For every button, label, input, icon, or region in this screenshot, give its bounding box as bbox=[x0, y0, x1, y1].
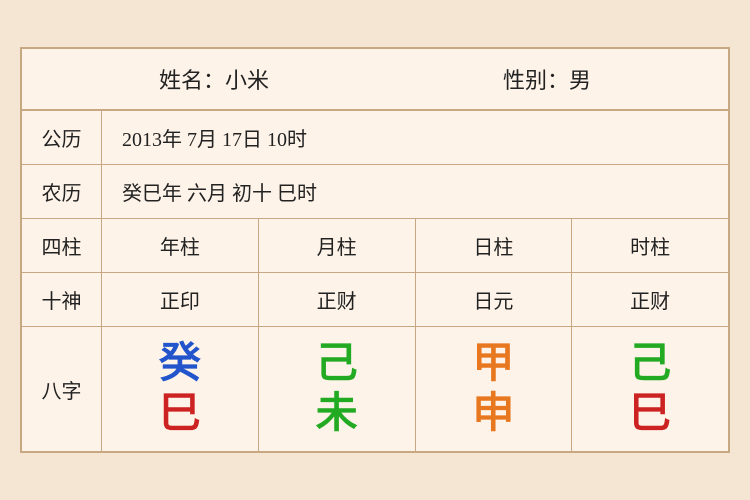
shishen-label: 十神 bbox=[22, 273, 102, 326]
year-shishen: 正印 bbox=[102, 273, 259, 326]
year-pillar-label: 年柱 bbox=[102, 219, 259, 272]
bazi-month-cell: 己 未 bbox=[259, 327, 416, 451]
gregorian-value: 2013年 7月 17日 10时 bbox=[102, 111, 728, 164]
gregorian-label: 公历 bbox=[22, 111, 102, 164]
pillars-label: 四柱 bbox=[22, 219, 102, 272]
bazi-day-cell: 甲 申 bbox=[416, 327, 573, 451]
lunar-value: 癸巳年 六月 初十 巳时 bbox=[102, 165, 728, 218]
bazi-label: 八字 bbox=[22, 327, 102, 451]
bazi-month-bottom: 未 bbox=[316, 393, 358, 435]
day-pillar-label: 日柱 bbox=[416, 219, 573, 272]
bazi-year-top: 癸 bbox=[159, 343, 201, 385]
gender-label: 性别：男 bbox=[503, 63, 591, 95]
bazi-row: 八字 癸 巳 己 未 甲 申 己 巳 bbox=[22, 327, 728, 451]
gregorian-row: 公历 2013年 7月 17日 10时 bbox=[22, 111, 728, 165]
shishen-row: 十神 正印 正财 日元 正财 bbox=[22, 273, 728, 327]
bazi-year-cell: 癸 巳 bbox=[102, 327, 259, 451]
month-shishen: 正财 bbox=[259, 273, 416, 326]
bazi-day-top: 甲 bbox=[472, 343, 514, 385]
bazi-hour-cell: 己 巳 bbox=[572, 327, 728, 451]
lunar-label: 农历 bbox=[22, 165, 102, 218]
lunar-row: 农历 癸巳年 六月 初十 巳时 bbox=[22, 165, 728, 219]
pillars-row: 四柱 年柱 月柱 日柱 时柱 bbox=[22, 219, 728, 273]
bazi-month-top: 己 bbox=[316, 343, 358, 385]
bazi-day-bottom: 申 bbox=[472, 393, 514, 435]
bazi-hour-bottom: 巳 bbox=[629, 393, 671, 435]
main-container: 姓名：小米 性别：男 公历 2013年 7月 17日 10时 农历 癸巳年 六月… bbox=[20, 47, 730, 453]
month-pillar-label: 月柱 bbox=[259, 219, 416, 272]
bazi-year-bottom: 巳 bbox=[159, 393, 201, 435]
bazi-hour-top: 己 bbox=[629, 343, 671, 385]
header-row: 姓名：小米 性别：男 bbox=[22, 49, 728, 111]
hour-shishen: 正财 bbox=[572, 273, 728, 326]
hour-pillar-label: 时柱 bbox=[572, 219, 728, 272]
day-shishen: 日元 bbox=[416, 273, 573, 326]
name-label: 姓名：小米 bbox=[159, 63, 269, 95]
